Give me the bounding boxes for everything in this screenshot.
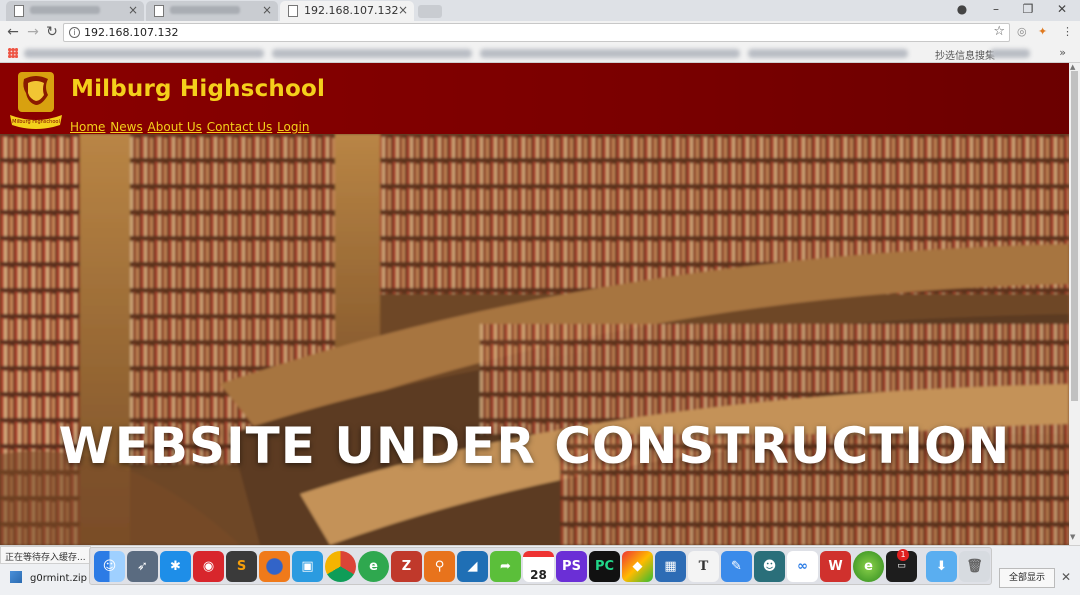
filezilla-icon[interactable]: Z	[391, 551, 422, 582]
blurred-bookmark[interactable]	[24, 49, 264, 58]
bookmarks-bar: 抄选信息搜集 »	[0, 44, 1080, 63]
scroll-down-icon[interactable]: ▼	[1070, 533, 1075, 541]
browser-tab[interactable]: ×	[146, 1, 278, 21]
tab-strip: × × 192.168.107.132 × ● – ❐ ✕	[0, 0, 1080, 21]
browser-icon[interactable]: e	[853, 551, 884, 582]
blurred-bookmark[interactable]	[480, 49, 740, 58]
hero-banner: WEBSITE UNDER CONSTRUCTION	[0, 134, 1069, 545]
blurred-bookmark[interactable]	[272, 49, 472, 58]
menu-icon[interactable]: ⋮	[1062, 25, 1073, 38]
nav-link-contact-us[interactable]: Contact Us	[207, 120, 273, 134]
dock: ☺ ➶ ✱ ◉ S ▣ e Z ⚲ ◢ ➦ 28 PS PC ◆ ▦ T ✎ ☻…	[89, 547, 992, 585]
restore-icon[interactable]: ❐	[1018, 2, 1038, 16]
pycharm-icon[interactable]: PC	[589, 551, 620, 582]
back-icon[interactable]: ←	[5, 24, 21, 40]
close-tab-icon[interactable]: ×	[128, 3, 138, 17]
wireshark-icon[interactable]: ◢	[457, 551, 488, 582]
apps-icon[interactable]	[8, 48, 18, 58]
active-browser-tab[interactable]: 192.168.107.132 ×	[280, 1, 414, 21]
site-header: Milburg Highschool Milburg Highschool Ho…	[0, 63, 1069, 134]
calendar-icon[interactable]: 28	[523, 551, 554, 582]
download-filename[interactable]: g0rmint.zip	[30, 573, 87, 584]
page-icon	[14, 5, 24, 17]
netease-music-icon[interactable]: ◉	[193, 551, 224, 582]
extension-fox-icon[interactable]: ✦	[1038, 25, 1047, 38]
trash-icon[interactable]: 🗑	[959, 551, 990, 582]
reload-icon[interactable]: ↻	[44, 24, 60, 40]
zip-file-icon	[10, 571, 22, 583]
address-bar[interactable]: i 192.168.107.132 ☆	[63, 23, 1010, 42]
scroll-thumb[interactable]	[1071, 71, 1078, 401]
blurred-tab-title	[30, 6, 100, 14]
bookmark-star-icon[interactable]: ☆	[993, 24, 1005, 39]
browser-icon[interactable]: e	[358, 551, 389, 582]
tab-title: 192.168.107.132	[304, 4, 399, 17]
close-tab-icon[interactable]: ×	[262, 3, 272, 17]
library-background-image	[0, 134, 1069, 545]
bookmark-item[interactable]: 抄选信息搜集	[935, 47, 995, 62]
blurred-bookmark[interactable]	[748, 49, 908, 58]
share-icon[interactable]: ➦	[490, 551, 521, 582]
close-download-bar-icon[interactable]: ✕	[1061, 570, 1071, 584]
launchpad-icon[interactable]: ➶	[127, 551, 158, 582]
status-text: 正在等待存入缓存...	[0, 546, 91, 564]
logo-text: Milburg Highschool	[12, 119, 60, 125]
app-icon[interactable]: ☻	[754, 551, 785, 582]
wps-icon[interactable]: W	[820, 551, 851, 582]
typora-icon[interactable]: T	[688, 551, 719, 582]
page-icon	[288, 5, 298, 17]
finder-icon[interactable]: ☺	[94, 551, 125, 582]
download-item[interactable]: g0rmint.zip	[10, 571, 87, 584]
app-icon[interactable]: ✱	[160, 551, 191, 582]
site-info-icon[interactable]: i	[69, 27, 80, 38]
folder-icon[interactable]: ⬇	[926, 551, 957, 582]
chrome-icon[interactable]	[325, 551, 356, 582]
minimize-icon[interactable]: –	[986, 2, 1006, 16]
notification-badge: 1	[897, 549, 909, 561]
preview-icon[interactable]: ▣	[292, 551, 323, 582]
nav-link-about-us[interactable]: About Us	[148, 120, 202, 134]
page-icon	[154, 5, 164, 17]
page-scrollbar[interactable]: ▲ ▼	[1069, 63, 1080, 545]
lion-logo-icon: Milburg Highschool	[10, 72, 62, 129]
page-viewport: Milburg Highschool Milburg Highschool Ho…	[0, 63, 1069, 545]
search-icon[interactable]: ⚲	[424, 551, 455, 582]
app-icon[interactable]: ◆	[622, 551, 653, 582]
hero-title: WEBSITE UNDER CONSTRUCTION	[58, 417, 1011, 475]
browser-tab[interactable]: ×	[6, 1, 144, 21]
baidu-icon[interactable]: ∞	[787, 551, 818, 582]
blurred-tab-title	[170, 6, 240, 14]
sublime-icon[interactable]: S	[226, 551, 257, 582]
editor-icon[interactable]: ✎	[721, 551, 752, 582]
blurred-bookmark[interactable]	[990, 49, 1030, 58]
phpstorm-icon[interactable]: PS	[556, 551, 587, 582]
site-title: Milburg Highschool	[71, 76, 326, 102]
forward-icon[interactable]: →	[25, 24, 41, 40]
address-text[interactable]: 192.168.107.132	[84, 26, 178, 39]
nav-link-login[interactable]: Login	[277, 120, 309, 134]
extension-icon[interactable]: ◎	[1017, 25, 1027, 38]
nav-link-home[interactable]: Home	[70, 120, 105, 134]
site-nav: Home News About Us Contact Us Login	[70, 120, 310, 134]
firefox-icon[interactable]	[259, 551, 290, 582]
close-tab-icon[interactable]: ×	[398, 3, 408, 17]
window-icon[interactable]: ▦	[655, 551, 686, 582]
bookmarks-more-icon[interactable]: »	[1059, 46, 1066, 59]
browser-toolbar: ← → ↻ i 192.168.107.132 ☆ ◎ ✦ ⋮	[0, 21, 1080, 44]
show-all-downloads-button[interactable]: 全部显示	[999, 568, 1055, 588]
scroll-up-icon[interactable]: ▲	[1070, 63, 1075, 71]
nav-link-news[interactable]: News	[110, 120, 142, 134]
close-window-icon[interactable]: ✕	[1052, 2, 1072, 16]
new-tab-button[interactable]	[418, 5, 442, 18]
profile-icon[interactable]: ●	[952, 2, 972, 16]
